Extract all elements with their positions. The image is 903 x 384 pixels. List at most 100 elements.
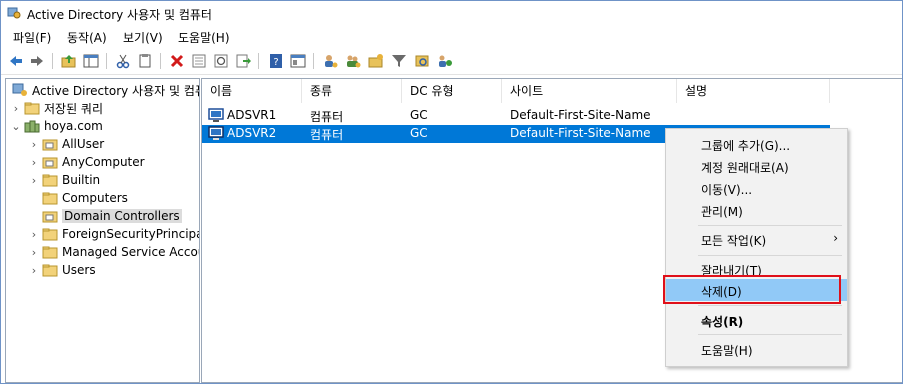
tree-item-label: Computers xyxy=(62,191,128,205)
folder-icon xyxy=(42,264,58,277)
menu-item-label: 속성(R) xyxy=(701,315,744,329)
menu-separator xyxy=(698,225,842,226)
tree-item[interactable]: › Users xyxy=(28,261,96,279)
console-icon[interactable] xyxy=(289,52,307,70)
menu-separator xyxy=(698,334,842,335)
folder-icon xyxy=(42,192,58,205)
highlight-callout-box xyxy=(663,275,841,304)
folder-icon xyxy=(42,246,58,259)
chevron-right-icon[interactable]: › xyxy=(28,156,40,169)
tree-item-label: Builtin xyxy=(62,173,101,187)
chevron-right-icon[interactable]: › xyxy=(28,264,40,277)
tree-item-label: Users xyxy=(62,263,96,277)
export-icon[interactable] xyxy=(234,52,252,70)
column-header-site[interactable]: 사이트 xyxy=(502,79,677,103)
title-bar: Active Directory 사용자 및 컴퓨터 xyxy=(1,1,902,26)
menu-item-help[interactable]: 도움말(H) xyxy=(666,338,847,360)
toolbar-separator xyxy=(106,53,107,69)
menu-item-move[interactable]: 이동(V)... xyxy=(666,177,847,199)
svg-text:?: ? xyxy=(273,57,278,68)
tree-item-label: Domain Controllers xyxy=(62,209,182,223)
forward-icon[interactable] xyxy=(28,52,46,70)
tree-item[interactable]: › 저장된 쿼리 xyxy=(10,99,103,117)
add-to-group-icon[interactable] xyxy=(436,52,454,70)
tree-item[interactable]: › AnyComputer xyxy=(28,153,145,171)
ad-root-icon xyxy=(12,83,27,96)
row-type: 컴퓨터 xyxy=(310,128,344,142)
context-menu: 그룹에 추가(G)... 계정 원래대로(A) 이동(V)... 관리(M) 모… xyxy=(665,128,848,367)
tree-item-label: AllUser xyxy=(62,137,105,151)
menu-item-reset-account[interactable]: 계정 원래대로(A) xyxy=(666,155,847,177)
tree-item-label: Managed Service Accounts xyxy=(62,245,199,259)
submenu-arrow-icon: › xyxy=(833,231,838,245)
tree-item[interactable]: ⌄ hoya.com xyxy=(10,117,103,135)
ou-icon xyxy=(42,139,58,151)
menu-item-all-tasks[interactable]: 모든 작업(K) › xyxy=(666,228,847,250)
window-title: Active Directory 사용자 및 컴퓨터 xyxy=(27,8,212,22)
tree-item[interactable]: › ForeignSecurityPrincipals xyxy=(28,225,199,243)
column-header-description[interactable]: 설명 xyxy=(677,79,830,103)
help-icon[interactable]: ? xyxy=(267,52,285,70)
row-dc-type: GC xyxy=(410,108,428,122)
tree-item[interactable]: Computers xyxy=(28,189,128,207)
chevron-right-icon[interactable]: › xyxy=(10,102,22,115)
chevron-right-icon[interactable]: › xyxy=(28,246,40,259)
menu-item-label: 도움말(H) xyxy=(701,344,753,358)
chevron-right-icon[interactable]: › xyxy=(28,228,40,241)
tree-root[interactable]: Active Directory 사용자 및 컴퓨터 xyxy=(10,81,200,99)
app-window: Active Directory 사용자 및 컴퓨터 파일(F) 동작(A) 보… xyxy=(0,0,903,384)
tree-item[interactable]: › AllUser xyxy=(28,135,104,153)
menu-separator xyxy=(698,305,842,306)
copy-icon[interactable] xyxy=(136,52,154,70)
menu-item-label: 모든 작업(K) xyxy=(701,234,767,248)
column-header-type[interactable]: 종류 xyxy=(302,79,402,103)
tree-item[interactable]: Domain Controllers xyxy=(28,207,182,225)
find-icon[interactable] xyxy=(413,52,431,70)
add-group-icon[interactable] xyxy=(344,52,362,70)
row-site: Default-First-Site-Name xyxy=(510,126,651,140)
menu-item-label: 계정 원래대로(A) xyxy=(701,161,789,175)
column-header-name[interactable]: 이름 xyxy=(202,79,302,103)
chevron-right-icon[interactable]: › xyxy=(28,138,40,151)
toolbar-separator xyxy=(52,53,53,69)
show-console-tree-icon[interactable] xyxy=(82,52,100,70)
tree-item[interactable]: › Managed Service Accounts xyxy=(28,243,199,261)
computer-icon xyxy=(208,126,224,140)
properties-icon[interactable] xyxy=(190,52,208,70)
column-header-dc-type[interactable]: DC 유형 xyxy=(402,79,502,103)
ad-users-computers-icon xyxy=(7,7,21,19)
menu-separator xyxy=(698,255,842,256)
chevron-down-icon[interactable]: ⌄ xyxy=(10,120,22,133)
toolbar-separator xyxy=(313,53,314,69)
domain-icon xyxy=(24,120,40,133)
up-folder-icon[interactable] xyxy=(60,52,78,70)
table-row[interactable]: ADSVR1 컴퓨터 GC Default-First-Site-Name xyxy=(202,107,830,125)
tree-item[interactable]: › Builtin xyxy=(28,171,100,189)
folder-icon xyxy=(42,228,58,241)
toolbar-separator xyxy=(258,53,259,69)
menu-help[interactable]: 도움말(H) xyxy=(178,29,230,46)
computer-icon xyxy=(208,108,224,122)
tree-item-label: AnyComputer xyxy=(62,155,145,169)
add-user-icon[interactable] xyxy=(321,52,339,70)
menu-item-manage[interactable]: 관리(M) xyxy=(666,199,847,221)
console-tree: Active Directory 사용자 및 컴퓨터 › 저장된 쿼리 ⌄ hoya.… xyxy=(5,78,200,383)
menu-bar: 파일(F) 동작(A) 보기(V) 도움말(H) xyxy=(1,27,902,47)
menu-action[interactable]: 동작(A) xyxy=(67,29,107,46)
menu-item-properties[interactable]: 속성(R) xyxy=(666,309,847,331)
add-ou-icon[interactable] xyxy=(367,52,385,70)
cut-icon[interactable] xyxy=(114,52,132,70)
tree-item-label: hoya.com xyxy=(44,119,103,133)
back-icon[interactable] xyxy=(7,52,25,70)
delete-icon[interactable] xyxy=(168,52,186,70)
toolbar-separator xyxy=(160,53,161,69)
chevron-right-icon[interactable]: › xyxy=(28,174,40,187)
menu-file[interactable]: 파일(F) xyxy=(13,29,51,46)
row-name: ADSVR1 xyxy=(227,108,277,122)
tree-root-label: Active Directory 사용자 및 컴퓨터 xyxy=(32,83,200,98)
filter-icon[interactable] xyxy=(390,52,408,70)
ou-icon xyxy=(42,157,58,169)
refresh-icon[interactable] xyxy=(212,52,230,70)
menu-view[interactable]: 보기(V) xyxy=(123,29,163,46)
menu-item-add-to-group[interactable]: 그룹에 추가(G)... xyxy=(666,133,847,155)
